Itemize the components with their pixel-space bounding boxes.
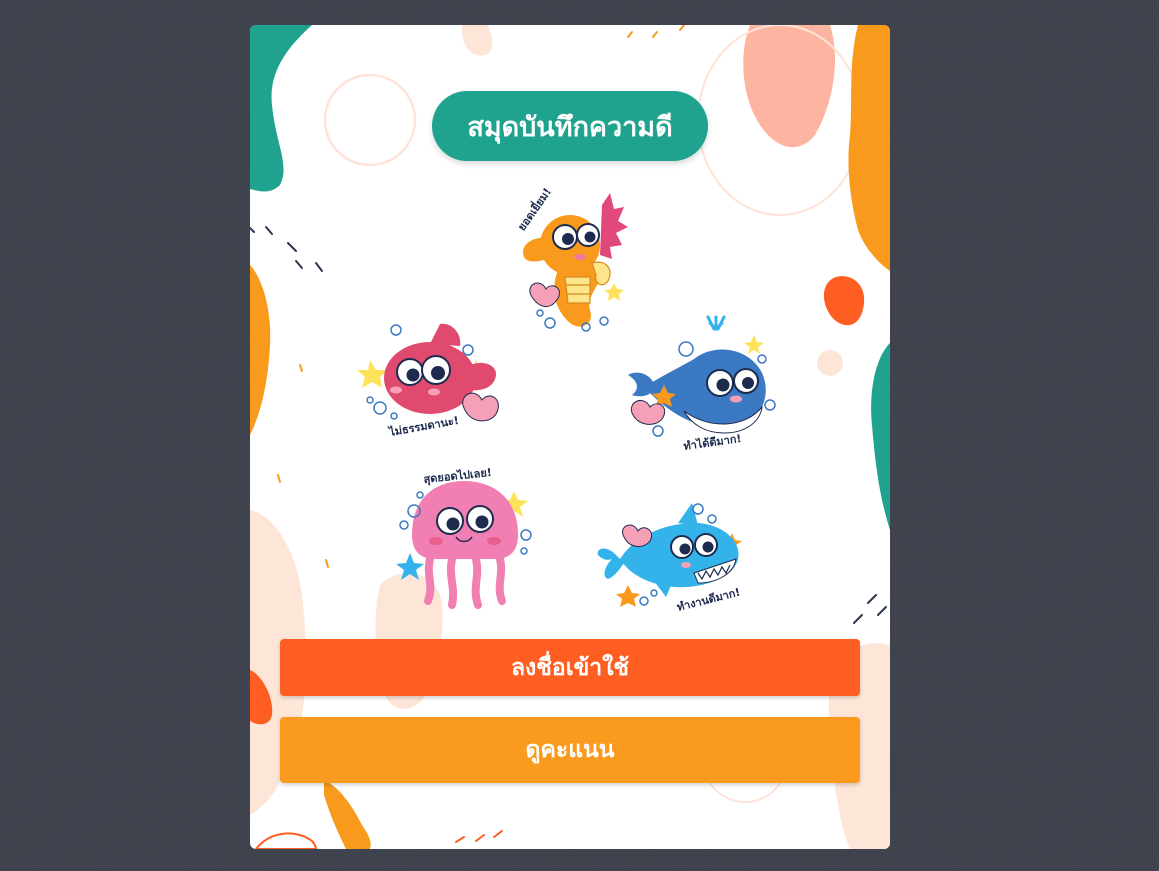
whale-sticker: ทำได้ดีมาก! xyxy=(624,315,784,455)
view-score-button[interactable]: ดูคะแนน xyxy=(280,717,860,783)
main-card: สมุดบันทึกความดี ยอดเยี่ยม! ไม่ธรรมดานะ!… xyxy=(250,25,890,849)
whale-icon: ทำได้ดีมาก! xyxy=(628,315,776,453)
fish-sticker: ไม่ธรรมดานะ! xyxy=(357,320,510,440)
jellyfish-icon: สุดยอดไปเลย! xyxy=(396,465,532,609)
seahorse-icon: ยอดเยี่ยม! xyxy=(514,184,628,332)
page-title: สมุดบันทึกความดี xyxy=(432,91,708,161)
fish-icon: ไม่ธรรมดานะ! xyxy=(357,323,499,439)
jellyfish-sticker: สุดยอดไปเลย! xyxy=(390,455,540,615)
shark-sticker: ทำงานดีมาก! xyxy=(594,493,754,614)
whale-caption: ทำได้ดีมาก! xyxy=(682,431,742,453)
login-button[interactable]: ลงชื่อเข้าใช้ xyxy=(280,639,860,696)
seahorse-sticker: ยอดเยี่ยม! xyxy=(510,184,628,335)
shark-caption: ทำงานดีมาก! xyxy=(676,586,742,614)
shark-icon: ทำงานดีมาก! xyxy=(597,503,742,614)
